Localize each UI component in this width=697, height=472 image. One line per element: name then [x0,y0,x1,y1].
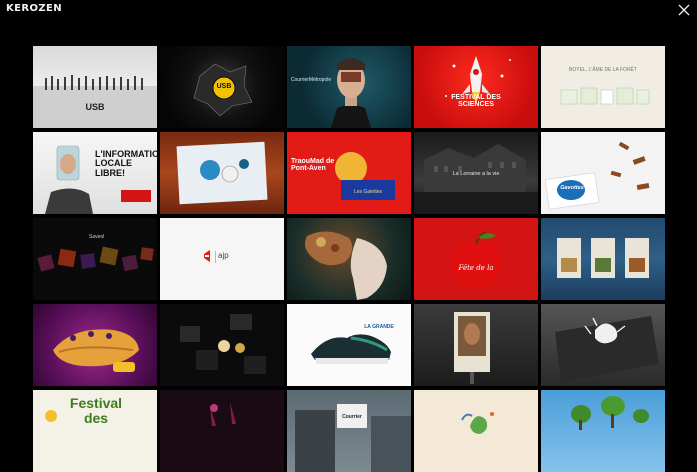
svg-text:LA GRANDE: LA GRANDE [364,324,394,330]
tile-image [560,87,650,105]
tile-image: Saveol [37,234,154,272]
portfolio-tile[interactable]: Gavottes [541,132,665,214]
portfolio-tile[interactable]: FESTIVAL DES SCIENCES [414,46,538,128]
portfolio-tile[interactable] [33,304,157,386]
tile-image [445,56,511,104]
tile-caption: ajp [218,251,229,260]
tile-image [555,316,659,382]
portfolio-tile[interactable]: CourrierMétropole [287,46,411,128]
tile-caption: BOYEL, L'ÂME DE LA FORÊT [569,67,637,73]
tile-image [180,314,266,374]
tile-image [461,412,494,434]
tile-caption: TraouMad de Pont-Aven [291,158,335,173]
tile-image [176,141,268,205]
tile-image [454,312,490,384]
tile-image [557,238,649,278]
svg-text:Saveol: Saveol [89,234,104,240]
portfolio-tile[interactable] [414,304,538,386]
tile-caption: CourrierMétropole [290,77,332,83]
portfolio-tile[interactable]: Festival des [33,390,157,472]
tile-image [305,231,387,300]
portfolio-tile[interactable] [414,390,538,472]
close-icon[interactable] [677,3,691,17]
svg-text:USB: USB [85,102,105,112]
portfolio-tile[interactable]: LA GRANDE [287,304,411,386]
portfolio-tile[interactable]: Fête de la [414,218,538,300]
portfolio-tile[interactable]: USB [33,46,157,128]
kerozen-logo[interactable]: KEROZEN [6,3,62,14]
tile-image [331,58,371,128]
portfolio-tile[interactable]: La Lorraine a la vie [414,132,538,214]
portfolio-tile[interactable] [160,132,284,214]
tile-image [544,141,650,210]
tile-caption: L'INFORMATION LOCALE LIBRE! [95,149,157,178]
svg-text:Les Galettes: Les Galettes [354,189,383,195]
portfolio-tile[interactable]: ajp [160,218,284,300]
tile-image: USB [33,75,157,128]
portfolio-tile[interactable]: Les Galettes TraouMad de Pont-Aven [287,132,411,214]
portfolio-tile[interactable] [541,218,665,300]
portfolio-tile[interactable]: Saveol [33,218,157,300]
svg-text:Courrier: Courrier [342,414,362,420]
portfolio-tile[interactable] [541,304,665,386]
svg-text:Fête de la: Fête de la [457,264,493,272]
tile-image [53,329,139,372]
tile-image: Courrier [295,404,411,472]
portfolio-tile[interactable]: L'INFORMATION LOCALE LIBRE! [33,132,157,214]
tile-image: Fête de la [450,231,502,289]
portfolio-tile[interactable] [287,218,411,300]
portfolio-tile[interactable] [160,390,284,472]
tile-caption: Gavottes [560,185,584,191]
tile-image [571,396,649,430]
portfolio-tile[interactable] [541,390,665,472]
tile-image [210,402,236,426]
portfolio-tile[interactable] [160,304,284,386]
tile-caption: Festival des [69,395,123,426]
tile-caption: FESTIVAL DES SCIENCES [451,94,501,109]
portfolio-tile[interactable]: USB [160,46,284,128]
tile-caption: USB [216,83,232,90]
tile-image: Les Galettes [335,152,395,200]
portfolio-tile[interactable]: BOYEL, L'ÂME DE LA FORÊT [541,46,665,128]
tile-image: LA GRANDE [311,324,394,364]
portfolio-tile[interactable]: Courrier [287,390,411,472]
tile-caption: La Lorraine a la vie [452,171,500,177]
portfolio-grid: USB USB CourrierMétropole FESTIVAL DES S… [33,46,665,472]
